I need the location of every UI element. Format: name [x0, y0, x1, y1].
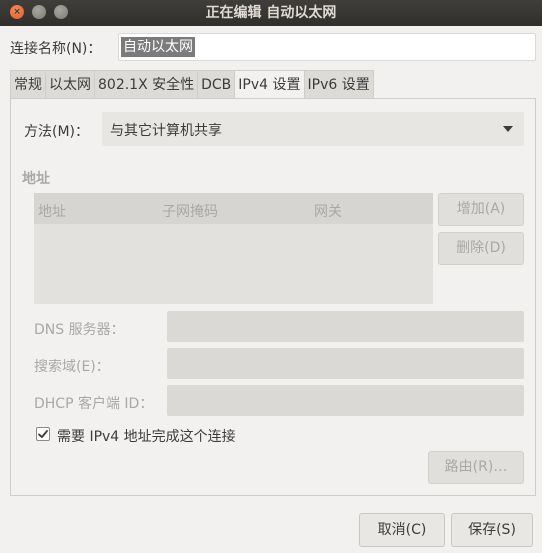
tab-dcb[interactable]: DCB [197, 70, 236, 98]
tab-ipv4-settings[interactable]: IPv4 设置 [234, 70, 305, 98]
add-address-button[interactable]: 增加(A) [438, 193, 524, 226]
require-ipv4-checkbox[interactable] [36, 427, 50, 441]
cancel-button[interactable]: 取消(C) [359, 513, 445, 547]
chevron-down-icon [503, 126, 513, 132]
addresses-section-title: 地址 [22, 171, 50, 187]
tab-8021x-security[interactable]: 802.1X 安全性 [94, 70, 199, 98]
tab-ipv6-settings[interactable]: IPv6 设置 [303, 70, 374, 98]
tab-bar: 常规 以太网 802.1X 安全性 DCB IPv4 设置 IPv6 设置 [10, 70, 374, 98]
method-label: 方法(M)： [24, 124, 90, 140]
maximize-window-button[interactable] [54, 5, 68, 19]
dns-servers-input[interactable] [167, 311, 524, 342]
require-ipv4-label[interactable]: 需要 IPv4 地址完成这个连接 [57, 426, 236, 446]
close-window-button[interactable]: × [10, 5, 24, 19]
search-domains-input[interactable] [167, 348, 524, 379]
connection-name-input[interactable]: 自动以太网 [118, 33, 536, 61]
column-header-address: 地址 [38, 204, 66, 220]
connection-name-value: 自动以太网 [121, 37, 195, 57]
connection-name-label: 连接名称(N)： [10, 41, 102, 57]
tab-ethernet[interactable]: 以太网 [45, 70, 95, 98]
dhcp-client-id-label: DHCP 客户端 ID： [34, 396, 154, 412]
column-header-gateway: 网关 [314, 204, 342, 220]
title-bar: × 正在编辑 自动以太网 [0, 0, 542, 26]
addresses-table[interactable]: 地址 子网掩码 网关 [34, 193, 433, 304]
tab-general[interactable]: 常规 [10, 70, 46, 98]
save-button[interactable]: 保存(S) [451, 513, 533, 547]
minimize-window-button[interactable] [32, 5, 46, 19]
window-title: 正在编辑 自动以太网 [205, 5, 337, 21]
method-dropdown[interactable]: 与其它计算机共享 [102, 112, 524, 146]
search-domains-label: 搜索域(E)： [34, 359, 110, 375]
addresses-table-header: 地址 子网掩码 网关 [34, 193, 433, 224]
dhcp-client-id-input[interactable] [167, 385, 524, 416]
method-value: 与其它计算机共享 [110, 123, 222, 139]
close-icon: × [13, 6, 21, 17]
routes-button[interactable]: 路由(R)… [428, 451, 524, 484]
delete-address-button[interactable]: 删除(D) [438, 232, 524, 265]
column-header-netmask: 子网掩码 [162, 204, 218, 220]
checkmark-icon [38, 430, 48, 438]
dns-servers-label: DNS 服务器： [34, 322, 125, 338]
